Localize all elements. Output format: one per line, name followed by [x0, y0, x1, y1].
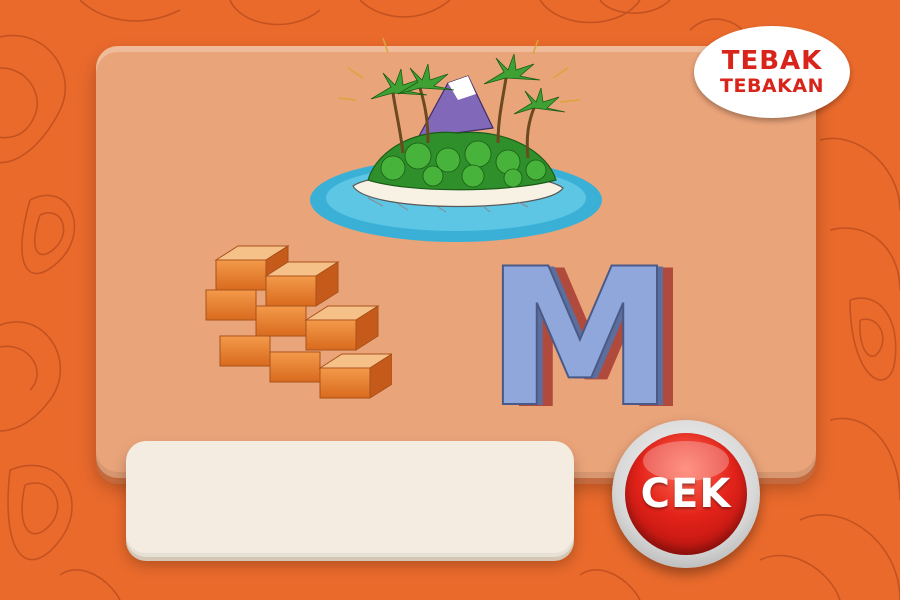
cek-button[interactable]: CEK [612, 420, 760, 568]
letter-m-picture: M M M [484, 244, 680, 416]
brick-wall-picture [205, 245, 392, 399]
answer-box[interactable] [126, 441, 574, 557]
letter-m-glyph: M [485, 244, 674, 416]
cek-button-face: CEK [625, 433, 747, 555]
tebak-tebakan-logo: TEBAK TEBAKAN [694, 26, 850, 118]
cek-button-label: CEK [640, 471, 732, 517]
logo-line-2: TEBAKAN [720, 75, 824, 97]
logo-line-1: TEBAK [721, 46, 823, 76]
answer-input[interactable] [146, 461, 558, 539]
island-picture [310, 37, 602, 242]
